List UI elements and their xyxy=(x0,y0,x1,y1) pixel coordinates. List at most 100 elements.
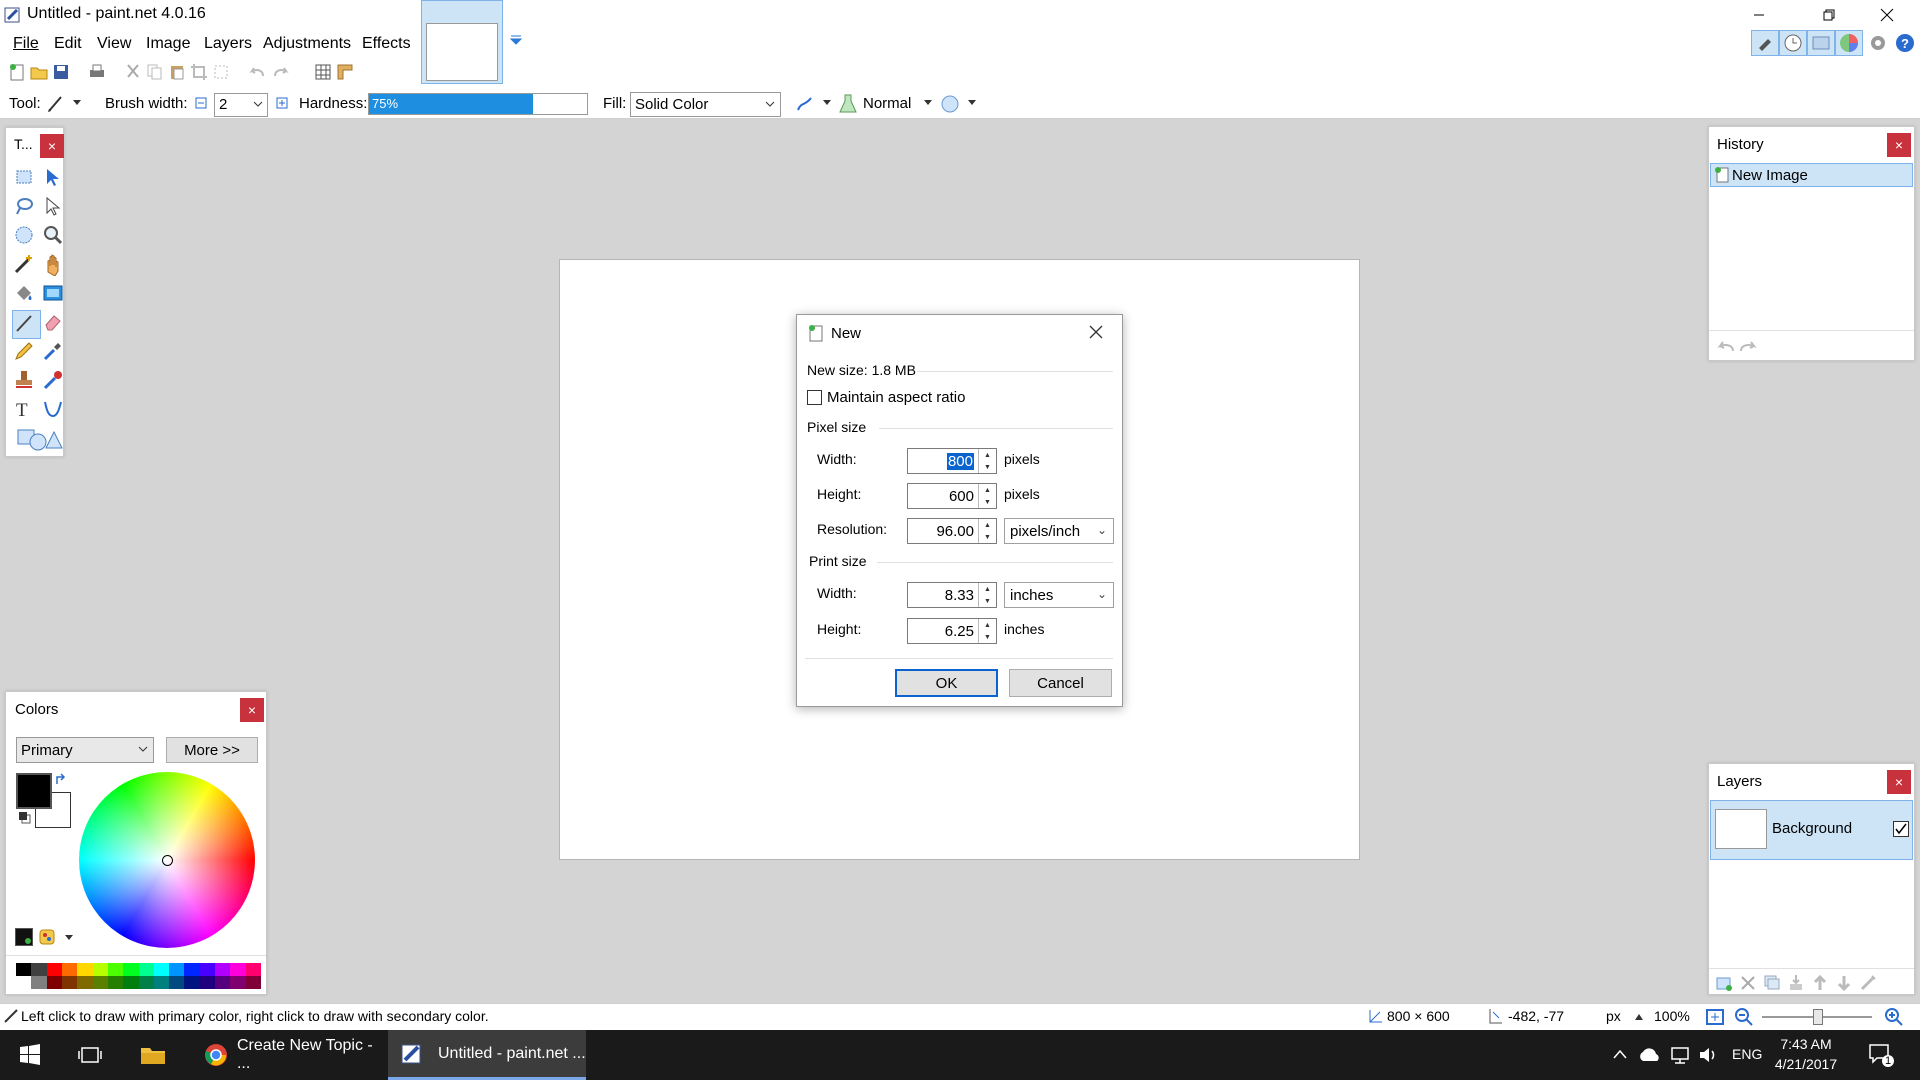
add-layer-icon[interactable] xyxy=(1715,974,1733,992)
palette-swatch[interactable] xyxy=(61,976,78,989)
palette-swatch[interactable] xyxy=(16,963,32,976)
move-layer-up-icon[interactable] xyxy=(1811,974,1829,992)
palette-swatch[interactable] xyxy=(31,963,47,976)
palette-swatch[interactable] xyxy=(92,963,108,976)
shapes-icon[interactable] xyxy=(12,426,70,455)
color-wheel-cursor[interactable] xyxy=(162,855,173,866)
swap-colors-icon[interactable] xyxy=(54,773,68,787)
palette-menu-icon[interactable] xyxy=(38,928,58,946)
start-button[interactable] xyxy=(0,1030,60,1080)
history-toggle-icon[interactable] xyxy=(1779,30,1807,56)
palette-swatch[interactable] xyxy=(169,976,185,989)
fill-select[interactable]: Solid Color xyxy=(630,92,781,117)
palette-swatch[interactable] xyxy=(245,976,261,989)
taskbar-chrome-button[interactable]: Create New Topic - ... xyxy=(194,1030,384,1080)
layer-row[interactable]: Background xyxy=(1710,800,1913,860)
resolution-input[interactable]: 96.00 ▲ ▼ xyxy=(907,518,997,544)
resolution-unit-select[interactable]: pixels/inch ⌄ xyxy=(1004,518,1114,544)
move-layer-down-icon[interactable] xyxy=(1835,974,1853,992)
color-target-select[interactable]: Primary xyxy=(16,737,154,763)
pencil-icon[interactable] xyxy=(12,339,41,368)
palette-swatch[interactable] xyxy=(46,963,62,976)
blend-dropdown-icon[interactable] xyxy=(923,99,933,107)
palette-swatch[interactable] xyxy=(107,963,124,976)
print-width-input[interactable]: 8.33 ▲ ▼ xyxy=(907,582,997,608)
tool-dropdown-icon[interactable] xyxy=(72,99,82,107)
ellipse-select-icon[interactable] xyxy=(12,223,41,252)
palette-swatch[interactable] xyxy=(153,976,170,989)
palette-swatch[interactable] xyxy=(31,976,47,989)
open-file-icon[interactable] xyxy=(30,63,48,81)
maintain-aspect-label[interactable]: Maintain aspect ratio xyxy=(827,389,965,406)
copy-icon[interactable] xyxy=(146,63,164,81)
hardness-slider[interactable]: 75% xyxy=(368,93,588,115)
tools-panel-close-icon[interactable]: × xyxy=(40,134,64,158)
palette-swatch[interactable] xyxy=(77,963,93,976)
menu-effects[interactable]: Effects xyxy=(362,35,411,53)
clock[interactable]: 7:43 AM 4/21/2017 xyxy=(1766,1034,1846,1074)
taskbar-paintnet-button[interactable]: Untitled - paint.net ... xyxy=(388,1030,586,1080)
palette-swatch[interactable] xyxy=(123,976,139,989)
palette-swatch[interactable] xyxy=(199,963,216,976)
paintbrush-icon[interactable] xyxy=(46,94,66,114)
new-file-icon[interactable] xyxy=(8,63,26,81)
eraser-icon[interactable] xyxy=(41,310,70,339)
save-icon[interactable] xyxy=(52,63,70,81)
rectangle-select-icon[interactable] xyxy=(12,165,41,194)
ok-button[interactable]: OK xyxy=(895,669,998,697)
settings-gear-icon[interactable] xyxy=(1868,33,1888,53)
cancel-button[interactable]: Cancel xyxy=(1009,669,1112,697)
zoom-icon[interactable] xyxy=(41,223,70,252)
more-colors-button[interactable]: More >> xyxy=(166,737,258,763)
magic-wand-icon[interactable] xyxy=(12,252,41,281)
pan-hand-icon[interactable] xyxy=(41,252,70,281)
line-curve-icon[interactable] xyxy=(41,397,70,426)
paint-bucket-icon[interactable] xyxy=(12,281,41,310)
colors-toggle-icon[interactable] xyxy=(1835,30,1863,56)
palette-swatch[interactable] xyxy=(46,976,62,989)
zoom-slider-thumb[interactable] xyxy=(1813,1009,1823,1025)
tools-toggle-icon[interactable] xyxy=(1751,30,1779,56)
palette-swatch[interactable] xyxy=(230,963,246,976)
print-height-input[interactable]: 6.25 ▲ ▼ xyxy=(907,618,997,644)
menu-layers[interactable]: Layers xyxy=(204,35,252,53)
lasso-select-icon[interactable] xyxy=(12,194,41,223)
print-unit-select[interactable]: inches ⌄ xyxy=(1004,582,1114,608)
history-redo-icon[interactable] xyxy=(1739,338,1759,354)
history-undo-icon[interactable] xyxy=(1715,338,1735,354)
palette-swatch[interactable] xyxy=(138,963,154,976)
print-icon[interactable] xyxy=(88,63,106,81)
menu-adjustments[interactable]: Adjustments xyxy=(263,35,351,53)
move-selection-icon[interactable] xyxy=(41,194,70,223)
zoom-to-window-icon[interactable] xyxy=(1705,1007,1725,1027)
menu-file[interactable]: File xyxy=(13,35,39,53)
primary-color-swatch[interactable] xyxy=(16,773,52,809)
crop-icon[interactable] xyxy=(190,63,208,81)
color-picker-icon[interactable] xyxy=(41,339,70,368)
palette-swatch[interactable] xyxy=(107,976,124,989)
unit-selector[interactable]: px xyxy=(1606,1008,1621,1024)
antialiasing-icon[interactable] xyxy=(795,94,815,114)
merge-down-icon[interactable] xyxy=(1787,974,1805,992)
blend-mode-label[interactable]: Normal xyxy=(863,95,911,112)
palette-swatch[interactable] xyxy=(215,976,231,989)
colors-panel-close-icon[interactable]: × xyxy=(240,698,264,722)
grid-icon[interactable] xyxy=(314,63,332,81)
onedrive-cloud-icon[interactable] xyxy=(1638,1045,1662,1063)
brush-width-combo[interactable]: 2 xyxy=(214,93,268,117)
image-tab[interactable] xyxy=(421,0,503,84)
clone-stamp-icon[interactable] xyxy=(12,368,41,397)
menu-image[interactable]: Image xyxy=(146,35,190,53)
increase-width-icon[interactable] xyxy=(276,97,288,109)
maintain-aspect-checkbox[interactable] xyxy=(807,390,822,405)
palette-swatch[interactable] xyxy=(92,976,108,989)
task-view-button[interactable] xyxy=(66,1030,114,1080)
palette-swatch[interactable] xyxy=(153,963,170,976)
print-width-spinner[interactable]: ▲ ▼ xyxy=(978,583,996,607)
tab-list-arrow-icon[interactable] xyxy=(509,34,523,46)
palette-swatch[interactable] xyxy=(123,963,139,976)
action-center-icon[interactable] xyxy=(1868,1042,1896,1068)
help-icon[interactable]: ? xyxy=(1895,33,1915,53)
deselect-icon[interactable] xyxy=(212,63,230,81)
palette-swatch[interactable] xyxy=(184,963,200,976)
